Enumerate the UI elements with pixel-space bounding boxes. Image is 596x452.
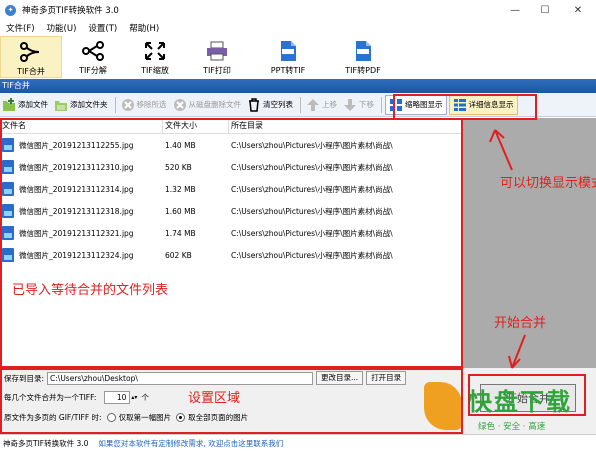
tab-ppt-to-tif[interactable]: PPT转TIF [248,36,328,78]
window-controls: — ☐ ✕ [500,0,596,20]
trash-icon [247,97,261,112]
add-file-button[interactable]: 添加文件 [0,95,50,115]
watermark-subtitle: 绿色 · 安全 · 高速 [478,422,546,432]
remove-icon [121,98,135,112]
tab-label: TIF转PDF [345,66,381,75]
menu-function[interactable]: 功能(U) [41,22,83,34]
tab-label: TIF合并 [17,67,45,76]
delete-from-disk-button[interactable]: 从磁盘删除文件 [171,95,244,115]
file-list-highlight [0,118,463,368]
tab-label: TIF打印 [203,66,231,75]
move-down-button[interactable]: 下移 [341,95,376,115]
annotation-settings-area: 设置区域 [188,391,241,406]
move-up-button[interactable]: 上移 [304,95,339,115]
clear-list-button[interactable]: 清空列表 [245,95,295,115]
pdf-icon [351,40,375,62]
toolbar-separator [381,96,382,113]
menu-file[interactable]: 文件(F) [0,22,41,34]
resize-icon [143,40,167,62]
tab-label: TIF分解 [79,66,107,75]
app-icon: ✦ [5,4,16,16]
main-toolbar: TIF合并 TIF分解 TIF缩放 TIF打印 PPT转TIF TIF转PDF [0,36,596,78]
print-icon [205,40,229,62]
tab-tif-split[interactable]: TIF分解 [62,36,124,78]
tab-label: PPT转TIF [270,66,306,75]
clear-list-label: 清空列表 [263,100,293,109]
tab-tif-to-pdf[interactable]: TIF转PDF [328,36,398,78]
annotation-start-merge: 开始合并 [494,316,547,331]
delete-icon [173,98,187,112]
delete-from-disk-label: 从磁盘删除文件 [188,100,242,109]
add-file-label: 添加文件 [18,100,48,109]
menu-help[interactable]: 帮助(H) [123,22,165,34]
toolbar-separator [114,96,116,113]
tab-tif-merge[interactable]: TIF合并 [0,36,62,78]
add-folder-icon [54,98,68,112]
annotation-switch-mode: 可以切换显示模式 [500,176,596,191]
ppt-icon [276,40,300,62]
tab-tif-resize[interactable]: TIF缩放 [124,36,186,78]
add-file-icon [2,97,16,112]
contact-link[interactable]: 如果您对本软件有定制修改需求, 欢迎点击这里联系我们 [98,438,283,449]
tab-label: TIF缩放 [141,66,169,75]
window-title: 神奇多页TIF转换软件 3.0 [22,6,119,16]
maximize-button[interactable]: ☐ [530,0,560,20]
section-title: TIF合并 [0,79,596,93]
start-button-highlight [468,374,586,416]
remove-selected-label: 移除所选 [136,100,167,109]
split-icon [81,40,105,62]
add-folder-button[interactable]: 添加文件夹 [52,95,110,115]
move-down-label: 下移 [359,100,374,109]
remove-selected-button[interactable]: 移除所选 [119,95,169,115]
annotation-file-list: 已导入等待合并的文件列表 [12,283,169,298]
merge-icon [19,41,43,63]
arrow-down-icon [343,98,357,112]
view-mode-highlight [393,94,537,120]
title-bar: ✦ 神奇多页TIF转换软件 3.0 — ☐ ✕ [0,0,596,20]
close-button[interactable]: ✕ [560,0,596,20]
minimize-button[interactable]: — [500,0,530,20]
tab-tif-print[interactable]: TIF打印 [186,36,248,78]
toolbar-separator [300,96,301,113]
move-up-label: 上移 [322,100,337,109]
menu-settings[interactable]: 设置(T) [82,22,123,34]
arrow-up-icon [306,98,320,112]
menu-bar: 文件(F) 功能(U) 设置(T) 帮助(H) [0,20,596,36]
status-app-name: 神奇多页TIF转换软件 3.0 [3,439,89,448]
add-folder-label: 添加文件夹 [70,100,108,109]
